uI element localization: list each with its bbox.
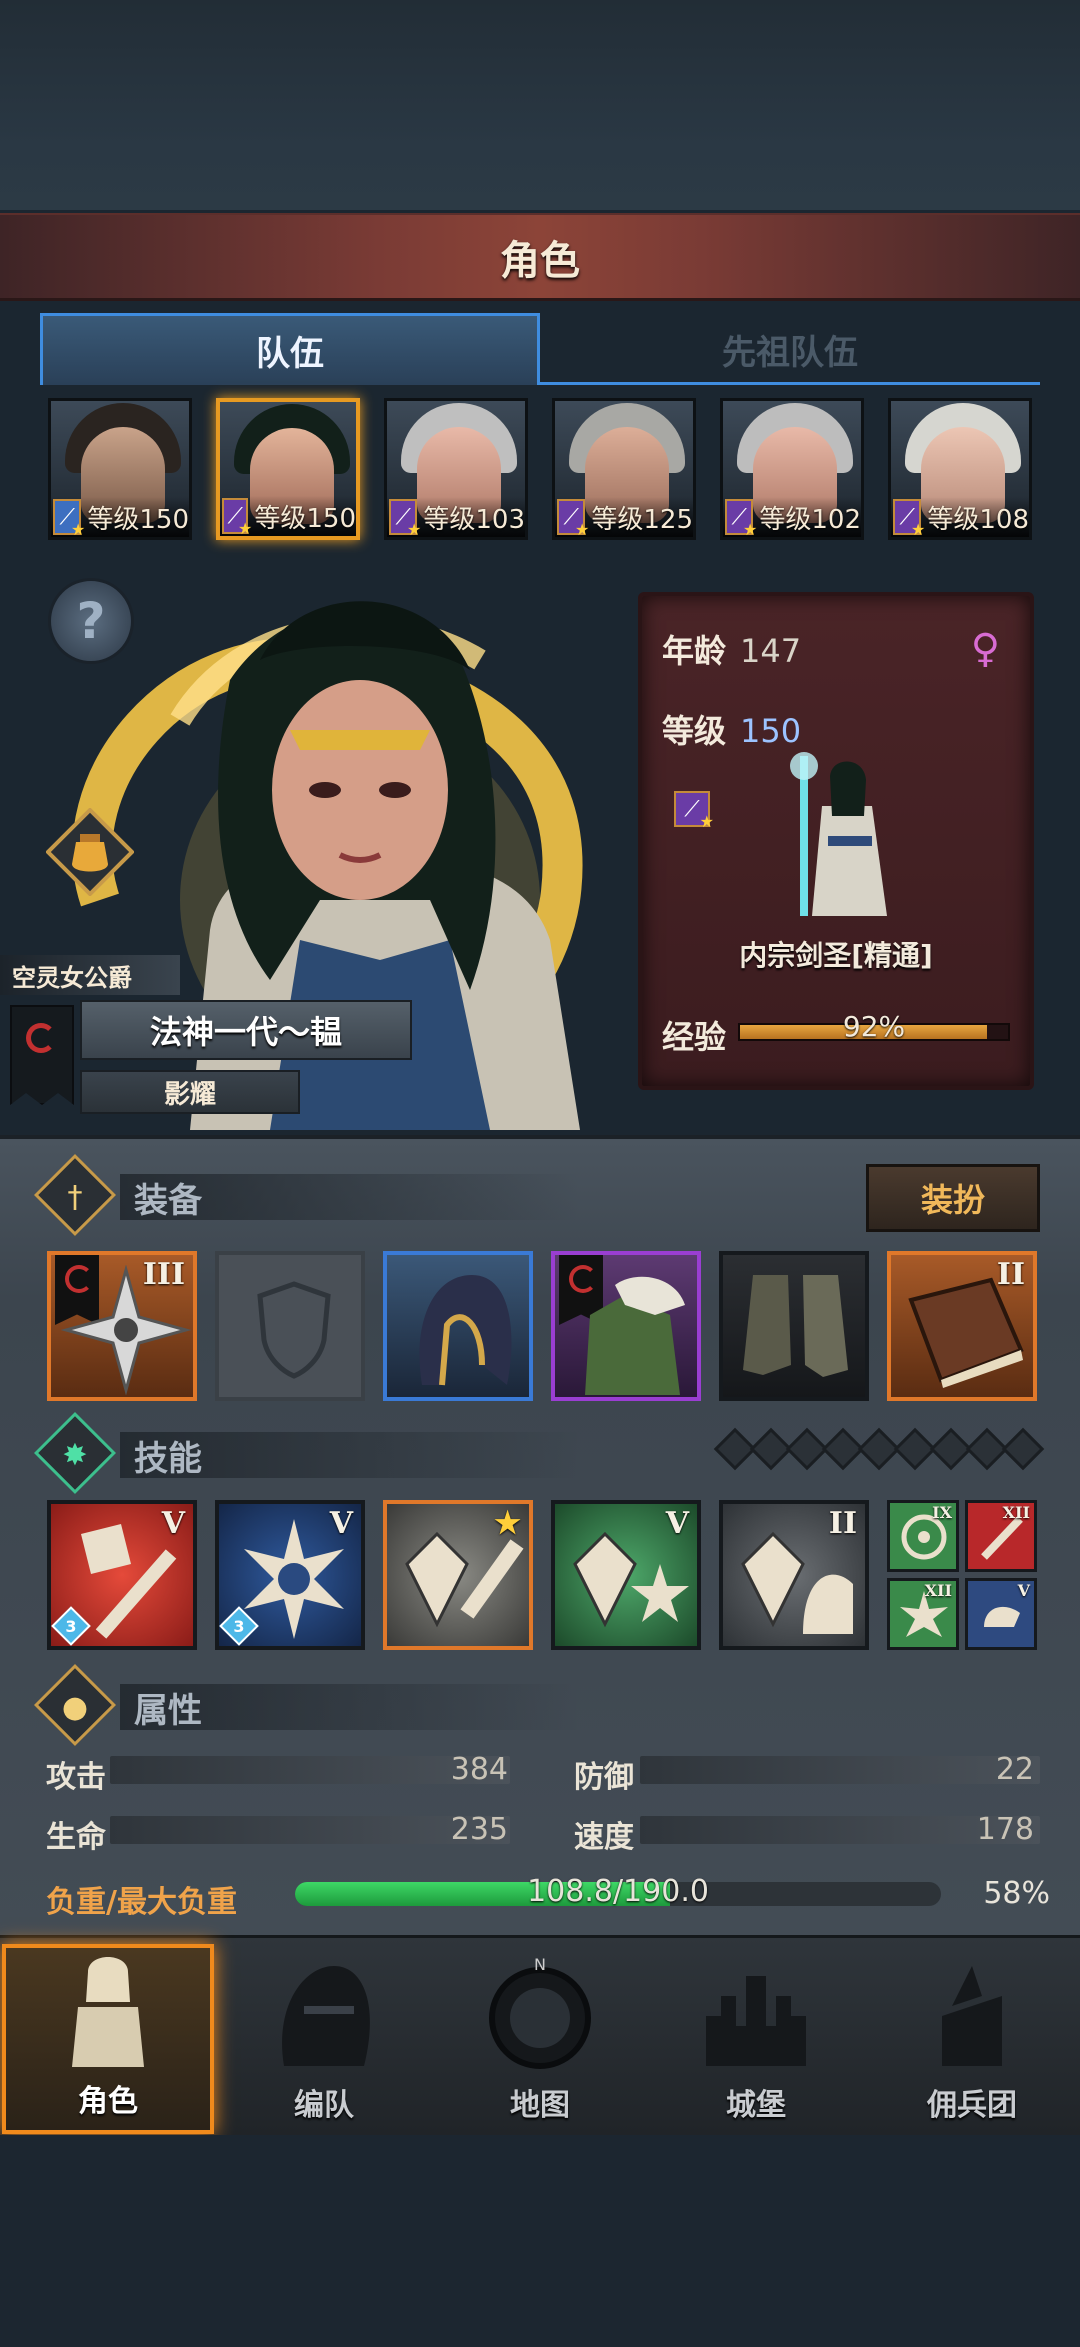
fist-banner-icon — [942, 1966, 1002, 2066]
sword-icon: ⟋ ★ — [53, 499, 85, 537]
hero-level: 等级150 — [254, 503, 356, 534]
boots-icon — [743, 1275, 848, 1377]
skills-header: ✸ 技能 — [33, 1411, 1045, 1495]
hero-card[interactable]: ⟋ ★ 等级108 — [888, 398, 1032, 540]
equip-slot-weapon[interactable]: III — [47, 1251, 197, 1401]
hp-label: 生命 — [46, 1820, 106, 1855]
passive-skill-hand[interactable]: V — [965, 1578, 1037, 1650]
defense-value: 22 — [995, 1752, 1034, 1787]
skill-point-indicator — [713, 1427, 1045, 1471]
nav-map[interactable]: N 地图 — [434, 1944, 646, 2134]
help-button[interactable]: ? — [48, 578, 134, 664]
staff-icon: ⟋ ★ — [725, 499, 757, 537]
attack-value: 384 — [450, 1752, 508, 1787]
hero-subtitle: 影耀 — [80, 1070, 300, 1114]
age-row: 年龄 147 — [662, 626, 801, 672]
attack-label: 攻击 — [46, 1760, 106, 1795]
page-title: 角色 — [500, 237, 580, 284]
skill-slot[interactable]: II — [719, 1500, 869, 1650]
nav-castle[interactable]: 城堡 — [650, 1944, 862, 2134]
equip-slot-armor[interactable] — [551, 1251, 701, 1401]
hero-card[interactable]: ⟋ ★ 等级125 — [552, 398, 696, 540]
level-value: 150 — [740, 712, 802, 750]
castle-icon — [706, 1976, 806, 2066]
hero-level: 等级102 — [759, 504, 861, 535]
hero-level: 等级150 — [87, 504, 189, 535]
potion-jar-icon[interactable] — [46, 808, 134, 896]
dagger-icon: † — [67, 1179, 83, 1215]
staff-icon: ⟋ ★ — [557, 499, 589, 537]
passive-skill-sword[interactable]: XII — [965, 1500, 1037, 1572]
nav-mercenary[interactable]: 佣兵团 — [866, 1944, 1078, 2134]
exp-percent: 92% — [842, 1010, 906, 1043]
shield-icon — [257, 1281, 331, 1379]
tier-label: II — [996, 1257, 1025, 1292]
class-figure — [790, 752, 887, 916]
defense-label: 防御 — [574, 1760, 634, 1795]
hero-level: 等级108 — [927, 504, 1029, 535]
title-bar: 角色 — [0, 213, 1080, 301]
skill-slot[interactable]: V 3 — [47, 1500, 197, 1650]
hp-value: 235 — [450, 1812, 508, 1847]
bottom-nav: 角色 编队 N 地图 城堡 佣兵团 — [0, 1935, 1080, 2135]
skill-slot[interactable]: ★ — [383, 1500, 533, 1650]
hero-roster: ⟋ ★ 等级150 ⟋ ★ 等级150 ⟋ ★ 等级103 ⟋ ★ 等级125 ⟋ ★ 等… — [48, 398, 1048, 543]
tab-ancestor-team[interactable]: 先祖队伍 — [540, 313, 1040, 385]
potion-icon: ● — [61, 1689, 89, 1725]
equip-slot-helmet[interactable] — [383, 1251, 533, 1401]
bottom-background — [0, 2135, 1080, 2347]
helmet-icon — [282, 1966, 370, 2066]
nav-character[interactable]: 角色 — [2, 1944, 214, 2134]
svg-text:N: N — [534, 1956, 546, 1974]
hero-title: 空灵女公爵 — [0, 955, 180, 995]
attributes-title: 属性 — [120, 1684, 580, 1731]
staff-icon: ⟋ ★ — [893, 499, 925, 537]
staff-icon: ⟋ ★ — [674, 791, 714, 831]
exp-label: 经验 — [662, 1018, 727, 1056]
hero-level: 等级125 — [591, 504, 693, 535]
equipment-title: 装备 — [120, 1174, 580, 1221]
top-background — [0, 0, 1080, 210]
equipment-header: † 装备 装扮 — [33, 1153, 1040, 1237]
class-name: 内宗剑圣[精通] — [739, 939, 933, 972]
attributes-header: ● 属性 — [33, 1663, 1040, 1747]
speed-value: 178 — [976, 1812, 1034, 1847]
star-burst-icon: ✸ — [62, 1437, 88, 1473]
tier-label: III — [142, 1257, 185, 1292]
guild-banner-icon — [10, 1005, 74, 1105]
hero-level: 等级103 — [423, 504, 525, 535]
skill-slot[interactable]: V — [551, 1500, 701, 1650]
load-label: 负重/最大负重 — [46, 1885, 237, 1920]
level-label: 等级 — [662, 712, 727, 750]
speed-label: 速度 — [574, 1820, 634, 1855]
passive-skill-target[interactable]: IX — [887, 1500, 959, 1572]
equip-slot-offhand[interactable] — [215, 1251, 365, 1401]
load-percent: 58% — [983, 1876, 1050, 1911]
dress-up-button[interactable]: 装扮 — [866, 1164, 1040, 1232]
staff-icon: ⟋ ★ — [222, 498, 252, 536]
hero-card[interactable]: ⟋ ★ 等级150 — [48, 398, 192, 540]
hero-card-selected[interactable]: ⟋ ★ 等级150 — [216, 398, 360, 540]
staff-icon: ⟋ ★ — [389, 499, 421, 537]
age-value: 147 — [740, 632, 802, 670]
fur-armor-icon — [585, 1276, 685, 1395]
nav-formation[interactable]: 编队 — [218, 1944, 430, 2134]
hero-card[interactable]: ⟋ ★ 等级102 — [720, 398, 864, 540]
team-tabs: 队伍 先祖队伍 — [40, 313, 1040, 385]
load-value: 108.8/190.0 — [527, 1874, 709, 1909]
hero-info-panel: 年龄 147 ♀ 等级 150 ⟋ ★ 内宗剑圣[精通] 经验 92% — [638, 592, 1034, 1090]
compass-map-icon: N — [489, 1956, 591, 2069]
knight-icon — [72, 1957, 144, 2067]
tab-team[interactable]: 队伍 — [40, 313, 540, 385]
age-label: 年龄 — [662, 632, 727, 670]
hero-card[interactable]: ⟋ ★ 等级103 — [384, 398, 528, 540]
passive-skill-burst[interactable]: XII — [887, 1578, 959, 1650]
skills-title: 技能 — [120, 1432, 580, 1479]
equip-slot-accessory[interactable]: II — [887, 1251, 1037, 1401]
female-icon: ♀ — [970, 626, 1000, 672]
hero-name: 法神一代～韫 — [80, 1000, 412, 1060]
skill-slot[interactable]: V 3 — [215, 1500, 365, 1650]
equip-slot-boots[interactable] — [719, 1251, 869, 1401]
hood-icon — [419, 1275, 512, 1386]
